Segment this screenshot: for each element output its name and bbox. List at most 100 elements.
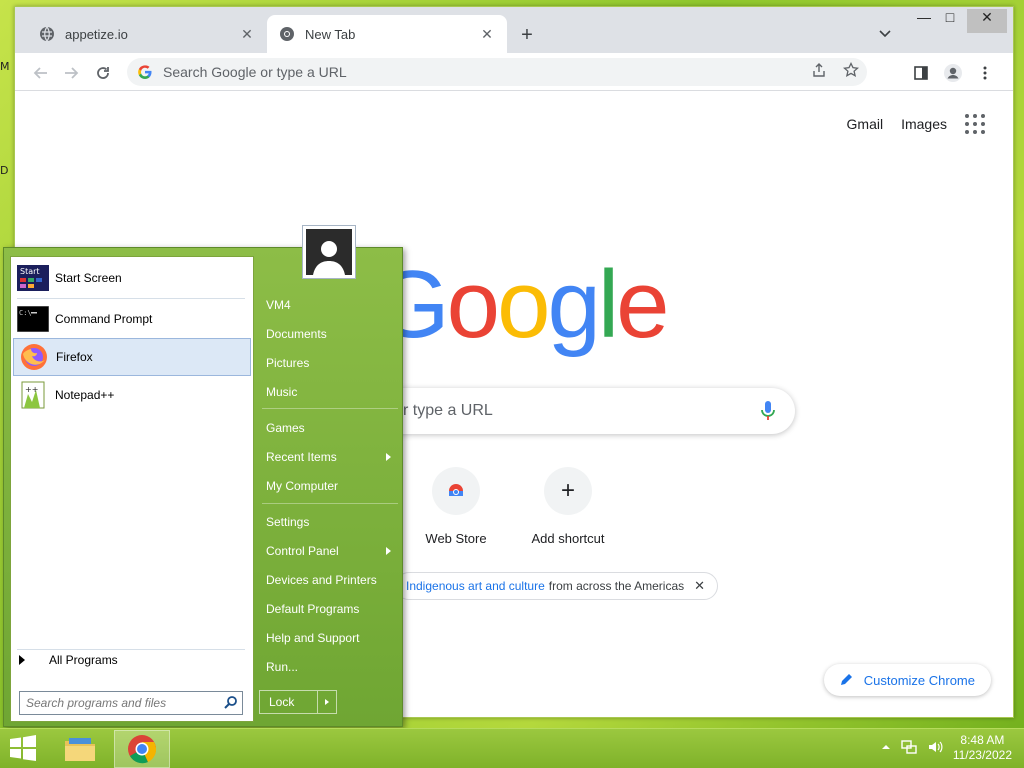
images-link[interactable]: Images — [901, 116, 947, 132]
logo-letter: g — [547, 251, 600, 358]
back-arrow-icon[interactable] — [27, 59, 55, 87]
close-promo-icon[interactable]: ✕ — [694, 578, 705, 594]
start-item-games[interactable]: Games — [266, 421, 305, 435]
top-links: Gmail Images — [847, 114, 985, 134]
search-programs-input[interactable]: Search programs and files — [19, 691, 243, 715]
start-item-recent-items[interactable]: Recent Items — [266, 450, 396, 464]
new-tab-button[interactable]: + — [515, 23, 539, 47]
forward-arrow-icon[interactable] — [57, 59, 85, 87]
customize-label: Customize Chrome — [863, 672, 975, 688]
user-avatar[interactable] — [302, 225, 356, 279]
search-icon[interactable] — [224, 695, 238, 712]
start-item-vm4[interactable]: VM4 — [266, 298, 291, 312]
submenu-arrow-icon — [386, 453, 391, 461]
firefox-icon — [18, 341, 50, 373]
system-tray: 8:48 AM 11/23/2022 — [881, 733, 1012, 763]
close-window-button[interactable]: ✕ — [967, 9, 1007, 33]
all-programs-button[interactable]: All Programs — [19, 653, 118, 667]
start-item-my-computer[interactable]: My Computer — [266, 479, 338, 493]
start-item-music[interactable]: Music — [266, 385, 297, 399]
windows-start-icon[interactable] — [8, 735, 40, 763]
start-item-default-programs[interactable]: Default Programs — [266, 602, 359, 616]
all-programs-label: All Programs — [49, 653, 118, 667]
tab-strip: appetize.io ✕ New Tab ✕ + — □ ✕ — [15, 7, 1013, 53]
start-item-settings[interactable]: Settings — [266, 515, 309, 529]
program-start-screen[interactable]: Start Start Screen — [13, 259, 251, 297]
tab-title: appetize.io — [65, 26, 128, 42]
tab-search-chevron-icon[interactable] — [877, 25, 893, 41]
submenu-arrow-icon — [386, 547, 391, 555]
clock-time: 8:48 AM — [960, 733, 1005, 747]
tab-appetize[interactable]: appetize.io ✕ — [27, 15, 267, 53]
program-label: Start Screen — [55, 271, 122, 285]
programs-pane: Start Start Screen C:\ Command Prompt Fi… — [10, 256, 254, 722]
tab-new-tab[interactable]: New Tab ✕ — [267, 15, 507, 53]
clock-date: 11/23/2022 — [952, 748, 1012, 762]
show-hidden-icons-icon[interactable] — [881, 741, 891, 755]
globe-icon — [39, 26, 55, 42]
tab-title: New Tab — [305, 26, 356, 42]
notepadpp-icon: ++ — [17, 379, 49, 411]
shortcut-label: Add shortcut — [531, 531, 605, 546]
close-tab-icon[interactable]: ✕ — [239, 26, 255, 43]
shortcut-add[interactable]: + Add shortcut — [513, 467, 623, 546]
google-logo: Google — [375, 250, 670, 360]
network-icon[interactable] — [901, 739, 917, 758]
svg-text:Start: Start — [20, 267, 40, 276]
logo-letter: o — [446, 251, 500, 358]
kebab-menu-icon[interactable] — [971, 59, 999, 87]
program-notepadpp[interactable]: ++ Notepad++ — [13, 376, 251, 414]
shortcut-web-store[interactable]: Web Store — [401, 467, 511, 546]
start-item-run[interactable]: Run... — [266, 660, 298, 674]
shortcut-label: Web Store — [425, 531, 487, 546]
svg-text:++: ++ — [25, 385, 38, 394]
start-item-control-panel[interactable]: Control Panel — [266, 544, 396, 558]
promo-chip[interactable]: Indigenous art and culture from across t… — [395, 572, 719, 600]
plus-icon: + — [544, 467, 592, 515]
profile-avatar-icon[interactable] — [939, 59, 967, 87]
taskbar: 8:48 AM 11/23/2022 — [0, 728, 1024, 768]
file-explorer-icon[interactable] — [52, 730, 108, 768]
address-placeholder: Search Google or type a URL — [163, 64, 347, 80]
chrome-webstore-icon — [432, 467, 480, 515]
program-label: Command Prompt — [55, 312, 153, 326]
maximize-button[interactable]: □ — [935, 9, 965, 33]
program-label: Firefox — [56, 350, 93, 364]
clock[interactable]: 8:48 AM 11/23/2022 — [953, 733, 1012, 763]
svg-text:C:\: C:\ — [19, 309, 32, 317]
google-apps-grid-icon[interactable] — [965, 114, 985, 134]
promo-text: from across the Americas — [548, 579, 685, 593]
start-item-documents[interactable]: Documents — [266, 327, 327, 341]
cmd-icon: C:\ — [17, 303, 49, 335]
pencil-icon — [840, 672, 854, 689]
start-item-devices-printers[interactable]: Devices and Printers — [266, 573, 377, 587]
logo-letter: e — [616, 251, 669, 358]
google-g-icon — [137, 64, 153, 80]
share-icon[interactable] — [811, 62, 827, 81]
start-item-label: Control Panel — [266, 544, 339, 558]
bookmark-star-icon[interactable] — [842, 61, 860, 81]
start-item-pictures[interactable]: Pictures — [266, 356, 309, 370]
lock-options-arrow-icon[interactable] — [318, 691, 336, 713]
gmail-link[interactable]: Gmail — [847, 116, 884, 132]
volume-icon[interactable] — [927, 739, 943, 758]
desktop-icon-label-fragment: M — [0, 60, 10, 73]
start-item-label: Recent Items — [266, 450, 337, 464]
logo-letter: o — [497, 251, 550, 358]
lock-button[interactable]: Lock — [259, 690, 337, 714]
lock-label: Lock — [260, 691, 318, 713]
start-item-help-support[interactable]: Help and Support — [266, 631, 359, 645]
program-command-prompt[interactable]: C:\ Command Prompt — [13, 300, 251, 338]
promo-link[interactable]: Indigenous art and culture — [406, 579, 545, 593]
reload-icon[interactable] — [89, 59, 117, 87]
triangle-right-icon — [19, 655, 25, 665]
address-bar[interactable]: Search Google or type a URL — [127, 58, 867, 86]
side-panel-icon[interactable] — [907, 59, 935, 87]
customize-chrome-button[interactable]: Customize Chrome — [823, 664, 991, 696]
start-screen-icon: Start — [17, 262, 49, 294]
close-tab-icon[interactable]: ✕ — [479, 26, 495, 43]
search-placeholder-visible: r type a URL — [403, 402, 493, 419]
chrome-taskbar-icon[interactable] — [114, 730, 170, 768]
microphone-icon[interactable] — [761, 400, 775, 422]
program-firefox[interactable]: Firefox — [13, 338, 251, 376]
